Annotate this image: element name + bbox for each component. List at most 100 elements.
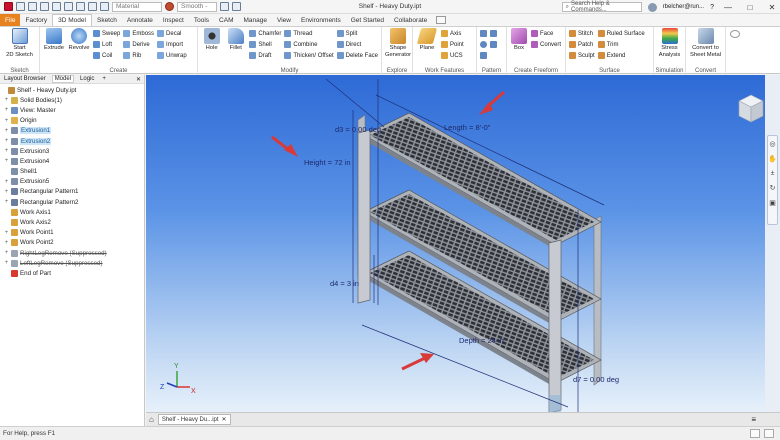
draft-button[interactable]: Draft — [249, 51, 281, 60]
pattern-more-button[interactable] — [490, 40, 497, 49]
front-left-post[interactable] — [357, 129, 371, 304]
decal-button[interactable]: Decal — [157, 29, 187, 38]
stitch-button[interactable]: Stitch — [569, 29, 595, 38]
tree-node[interactable]: + Extrusion3 — [1, 146, 144, 156]
thread-button[interactable]: Thread — [284, 29, 333, 38]
extend-button[interactable]: Extend — [597, 51, 645, 60]
tab-layout-browser[interactable]: Layout Browser — [2, 76, 48, 82]
clear-override-icon[interactable] — [220, 2, 229, 11]
combine-button[interactable]: Combine — [284, 40, 333, 49]
expand-toggle-icon[interactable]: + — [4, 128, 9, 134]
open-folder-icon[interactable] — [28, 2, 37, 11]
ribbon-extra-icon[interactable] — [730, 30, 740, 38]
tree-node[interactable]: + Extrusion2 — [1, 136, 144, 146]
tab-file[interactable]: File — [0, 14, 21, 26]
update-icon[interactable] — [100, 2, 109, 11]
axis-button[interactable]: Axis — [441, 29, 464, 38]
expand-toggle-icon[interactable]: + — [4, 199, 9, 205]
tab-tools[interactable]: Tools — [189, 14, 214, 26]
coil-button[interactable]: Coil — [93, 51, 120, 60]
user-account-label[interactable]: rbelcher@run... — [663, 4, 704, 10]
thicken-offset-button[interactable]: Thicken/ Offset — [284, 51, 334, 60]
tab-collaborate[interactable]: Collaborate — [389, 14, 432, 26]
document-tab-shelf[interactable]: Shelf - Heavy Du...ipt ✕ — [157, 414, 231, 425]
pan-icon[interactable]: ✋ — [768, 155, 777, 163]
unwrap-button[interactable]: Unwrap — [157, 51, 187, 60]
graphics-viewport[interactable]: d3 = 0.00 deg Length = 8'-0" Height = 72… — [146, 75, 765, 412]
tree-node[interactable]: Work Axis1 — [1, 207, 144, 217]
tree-node[interactable]: + View: Master — [1, 105, 144, 115]
status-layout-icon[interactable] — [764, 429, 774, 438]
tree-node[interactable]: End of Part — [1, 268, 144, 278]
tab-cam[interactable]: CAM — [214, 14, 238, 26]
expand-toggle-icon[interactable]: + — [4, 107, 9, 113]
tab-view[interactable]: View — [272, 14, 296, 26]
rib-button[interactable]: Rib — [123, 51, 154, 60]
loft-button[interactable]: Loft — [93, 40, 120, 49]
circular-pattern-button[interactable] — [480, 40, 487, 49]
emboss-button[interactable]: Emboss — [123, 29, 154, 38]
front-right-post[interactable] — [548, 239, 562, 412]
expand-toggle-icon[interactable]: + — [4, 138, 9, 144]
redo-icon[interactable] — [64, 2, 73, 11]
add-browser-tab-button[interactable]: + — [100, 76, 108, 82]
appearance-dropdown[interactable]: Smooth - — [177, 1, 217, 12]
tab-logic[interactable]: Logic — [78, 76, 96, 82]
tab-environments[interactable]: Environments — [296, 14, 346, 26]
patch-button[interactable]: Patch — [569, 40, 595, 49]
point-button[interactable]: Point — [441, 40, 464, 49]
help-search-input[interactable]: ⌕ Search Help & Commands... — [561, 1, 642, 13]
new-file-icon[interactable] — [16, 2, 25, 11]
help-icon[interactable]: ? — [710, 4, 714, 11]
tree-node[interactable]: + Extrusion5 — [1, 177, 144, 187]
material-dropdown[interactable]: Material — [112, 1, 162, 12]
viewcube[interactable] — [738, 94, 764, 123]
tab-model[interactable]: Model — [51, 75, 75, 83]
sketch-pattern-button[interactable] — [490, 29, 497, 38]
tree-node[interactable]: + Solid Bodies(1) — [1, 95, 144, 105]
tree-node[interactable]: + Rectangular Pattern2 — [1, 197, 144, 207]
expand-toggle-icon[interactable]: + — [4, 158, 9, 164]
dim-d7-label[interactable]: d7 = 0.00 deg — [573, 375, 619, 384]
shelf-model[interactable] — [357, 112, 602, 412]
tree-node[interactable]: + Extrusion4 — [1, 156, 144, 166]
expand-toggle-icon[interactable]: + — [4, 148, 9, 154]
zoom-icon[interactable]: ± — [771, 170, 775, 177]
select-mode-icon[interactable] — [88, 2, 97, 11]
minimize-button[interactable]: — — [720, 1, 736, 13]
tab-annotate[interactable]: Annotate — [122, 14, 158, 26]
freeform-convert-button[interactable]: Convert — [531, 40, 561, 49]
tree-node[interactable]: Work Axis2 — [1, 217, 144, 227]
look-at-icon[interactable]: ▣ — [769, 199, 776, 207]
ucs-button[interactable]: UCS — [441, 51, 464, 60]
document-tab-close-icon[interactable]: ✕ — [222, 416, 227, 423]
expand-toggle-icon[interactable]: + — [4, 179, 9, 185]
expand-toggle-icon[interactable]: + — [4, 189, 9, 195]
dim-height-label[interactable]: Height = 72 in — [304, 158, 351, 167]
browser-close-icon[interactable]: ✕ — [136, 76, 141, 83]
ruled-surface-button[interactable]: Ruled Surface — [597, 29, 645, 38]
rectangular-pattern-button[interactable] — [480, 29, 487, 38]
maximize-button[interactable]: □ — [742, 1, 758, 13]
tab-inspect[interactable]: Inspect — [158, 14, 189, 26]
tree-node[interactable]: Shelf - Heavy Duty.ipt — [1, 85, 144, 95]
home-tab-icon[interactable]: ⌂ — [149, 415, 154, 424]
dim-d4-label[interactable]: d4 = 3 in — [330, 279, 359, 288]
home-icon[interactable] — [76, 2, 85, 11]
delete-face-button[interactable]: Delete Face — [336, 51, 378, 60]
tab-3d-model[interactable]: 3D Model — [52, 14, 92, 26]
tree-node[interactable]: Shell1 — [1, 167, 144, 177]
trim-button[interactable]: Trim — [597, 40, 645, 49]
expand-toggle-icon[interactable]: + — [4, 118, 9, 124]
tree-node[interactable]: + LeftLegRemove (Suppressed) — [1, 258, 144, 268]
expand-toggle-icon[interactable]: + — [4, 240, 9, 246]
derive-button[interactable]: Derive — [123, 40, 154, 49]
app-menu-icon[interactable] — [4, 2, 13, 11]
tree-node[interactable]: + Origin — [1, 116, 144, 126]
split-button[interactable]: Split — [336, 29, 378, 38]
tab-factory[interactable]: Factory — [20, 14, 52, 26]
fx-parameters-icon[interactable] — [232, 2, 241, 11]
tree-node[interactable]: + Work Point2 — [1, 238, 144, 248]
sweep-button[interactable]: Sweep — [93, 29, 120, 38]
expand-toggle-icon[interactable]: + — [4, 250, 9, 256]
